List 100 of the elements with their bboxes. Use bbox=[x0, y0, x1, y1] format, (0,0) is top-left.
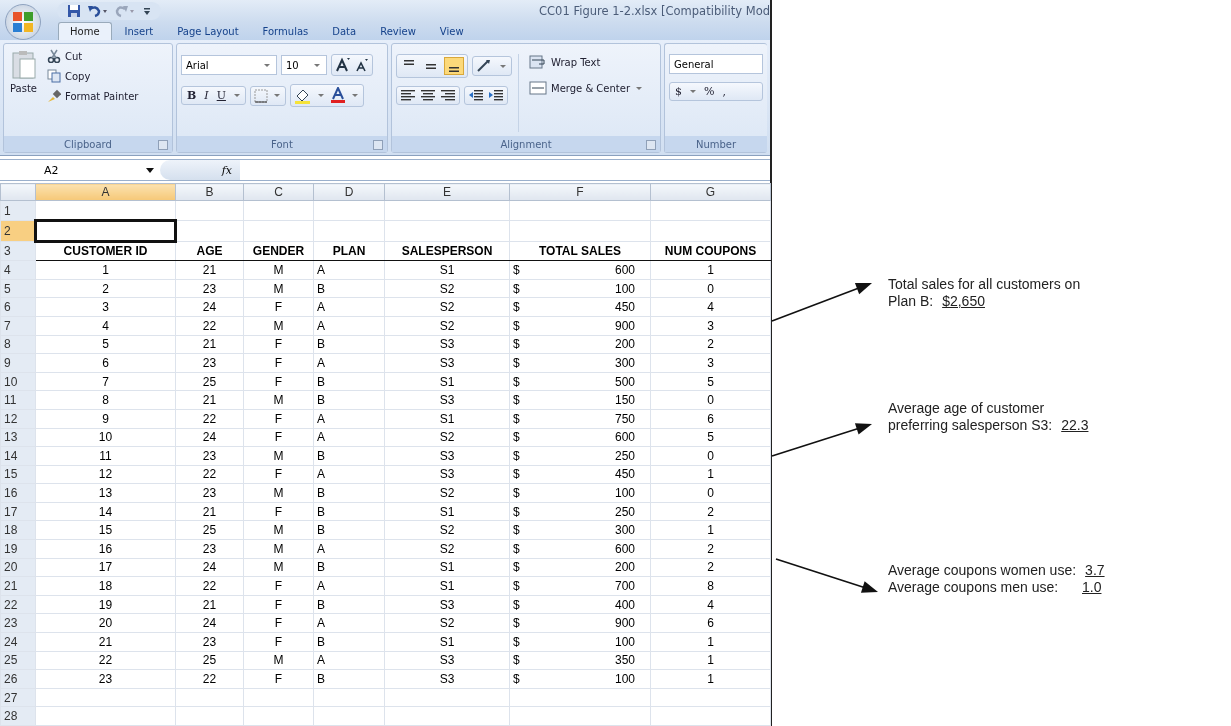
currency-symbol: $ bbox=[513, 373, 520, 390]
table-cell: S2 bbox=[384, 483, 510, 503]
customize-icon[interactable] bbox=[143, 6, 151, 16]
sales-amount: 600 bbox=[614, 429, 635, 446]
column-header[interactable]: G bbox=[650, 183, 771, 201]
align-text-icon[interactable] bbox=[420, 89, 436, 102]
table-cell: 25 bbox=[175, 372, 244, 391]
currency-symbol: $ bbox=[513, 354, 520, 371]
group-label: Alignment bbox=[500, 138, 552, 150]
table-cell: 1 bbox=[35, 260, 176, 280]
sales-amount: 500 bbox=[614, 373, 635, 390]
table-cell: 21 bbox=[175, 335, 244, 354]
column-header[interactable]: D bbox=[313, 183, 385, 201]
currency-symbol: $ bbox=[513, 447, 520, 464]
table-cell: S1 bbox=[384, 632, 510, 652]
sales-amount: 900 bbox=[614, 615, 635, 632]
decrease-indent-icon[interactable] bbox=[468, 89, 484, 102]
fill-color-icon[interactable] bbox=[293, 87, 312, 104]
table-cell: F bbox=[243, 613, 314, 633]
border-icon[interactable] bbox=[253, 88, 268, 103]
ribbon-tab[interactable]: Page Layout bbox=[166, 22, 250, 40]
format-painter-button[interactable]: Format Painter bbox=[45, 88, 141, 104]
column-header[interactable]: C bbox=[243, 183, 314, 201]
table-cell: 2 bbox=[35, 279, 176, 298]
table-cell: S1 bbox=[384, 502, 510, 521]
annotation-text: Average age of customer bbox=[888, 400, 1045, 417]
active-cell[interactable] bbox=[35, 220, 176, 242]
table-cell: F bbox=[243, 465, 314, 484]
name-box[interactable]: A2 bbox=[0, 163, 160, 177]
table-cell: S3 bbox=[384, 390, 510, 410]
sales-amount: 200 bbox=[614, 559, 635, 576]
currency-symbol: $ bbox=[513, 466, 520, 483]
bottom-align-button[interactable] bbox=[444, 57, 464, 75]
table-cell: 2 bbox=[650, 335, 771, 354]
table-cell: S3 bbox=[384, 446, 510, 466]
paste-button[interactable]: Paste bbox=[8, 48, 39, 133]
ribbon-tab[interactable]: Insert bbox=[113, 22, 165, 40]
table-cell: S2 bbox=[384, 613, 510, 633]
currency-symbol: $ bbox=[513, 671, 520, 687]
currency-symbol: $ bbox=[513, 317, 520, 334]
currency-symbol: $ bbox=[513, 540, 520, 557]
table-cell: B bbox=[313, 520, 385, 540]
font-size-field[interactable]: 10 bbox=[281, 55, 327, 75]
increase-indent-icon[interactable] bbox=[488, 89, 504, 102]
table-cell: 3 bbox=[35, 297, 176, 317]
percent-button[interactable]: % bbox=[702, 85, 717, 98]
shrink-font-icon[interactable] bbox=[355, 57, 369, 73]
ribbon-tab[interactable]: Formulas bbox=[251, 22, 320, 40]
sales-amount: 100 bbox=[614, 633, 635, 650]
table-cell: 15 bbox=[35, 520, 176, 540]
clipboard-icon bbox=[10, 50, 37, 80]
ribbon-tab[interactable]: View bbox=[428, 22, 475, 40]
font-color-icon[interactable] bbox=[329, 87, 346, 104]
table-cell: 21 bbox=[35, 632, 176, 652]
currency-symbol: $ bbox=[513, 652, 520, 669]
column-header[interactable]: A bbox=[35, 183, 176, 201]
ribbon-tab[interactable]: Data bbox=[321, 22, 368, 40]
cut-button[interactable]: Cut bbox=[45, 48, 141, 64]
wrap-text-button[interactable]: Wrap Text bbox=[527, 54, 647, 70]
grow-font-icon[interactable] bbox=[335, 57, 351, 73]
sales-amount: 300 bbox=[614, 354, 635, 371]
copy-button[interactable]: Copy bbox=[45, 68, 141, 84]
italic-button[interactable]: I bbox=[202, 89, 211, 102]
sales-amount: 250 bbox=[614, 503, 635, 520]
ribbon-tab[interactable]: Review bbox=[369, 22, 427, 40]
office-button[interactable] bbox=[5, 4, 41, 40]
table-cell: 10 bbox=[35, 428, 176, 447]
table-cell: 22 bbox=[175, 465, 244, 484]
row-header[interactable]: 3 bbox=[0, 241, 36, 261]
align-text-icon[interactable] bbox=[440, 89, 456, 102]
table-cell: 21 bbox=[175, 390, 244, 410]
table-cell: 1 bbox=[650, 669, 771, 689]
merge-center-button[interactable]: Merge & Center bbox=[527, 80, 647, 96]
save-icon[interactable] bbox=[67, 4, 81, 18]
undo-icon[interactable] bbox=[87, 4, 109, 18]
currency-symbol: $ bbox=[513, 280, 520, 297]
table-cell: S1 bbox=[384, 576, 510, 596]
table-cell: 4 bbox=[650, 297, 771, 317]
table-cell: M bbox=[243, 279, 314, 298]
column-header[interactable]: E bbox=[384, 183, 510, 201]
currency-symbol: $ bbox=[513, 392, 520, 409]
insert-function-button[interactable]: fx bbox=[160, 160, 240, 181]
table-cell: 6 bbox=[650, 409, 771, 428]
bold-button[interactable]: B bbox=[185, 89, 199, 102]
table-cell: S3 bbox=[384, 595, 510, 614]
table-cell: 6 bbox=[35, 353, 176, 373]
comma-button[interactable]: , bbox=[720, 85, 728, 98]
column-header[interactable]: F bbox=[509, 183, 651, 201]
column-header[interactable]: B bbox=[175, 183, 244, 201]
table-cell: 13 bbox=[35, 483, 176, 503]
currency-symbol: $ bbox=[513, 503, 520, 520]
underline-button[interactable]: U bbox=[214, 89, 228, 102]
column-heading-cell: NUM COUPONS bbox=[650, 241, 771, 261]
currency-button[interactable]: $ bbox=[673, 85, 684, 98]
ribbon-tab[interactable]: Home bbox=[58, 22, 112, 40]
number-format-field[interactable]: General bbox=[669, 54, 763, 74]
table-cell: S1 bbox=[384, 372, 510, 391]
font-name-field[interactable]: Arial bbox=[181, 55, 277, 75]
currency-symbol: $ bbox=[513, 410, 520, 427]
align-text-icon[interactable] bbox=[400, 89, 416, 102]
